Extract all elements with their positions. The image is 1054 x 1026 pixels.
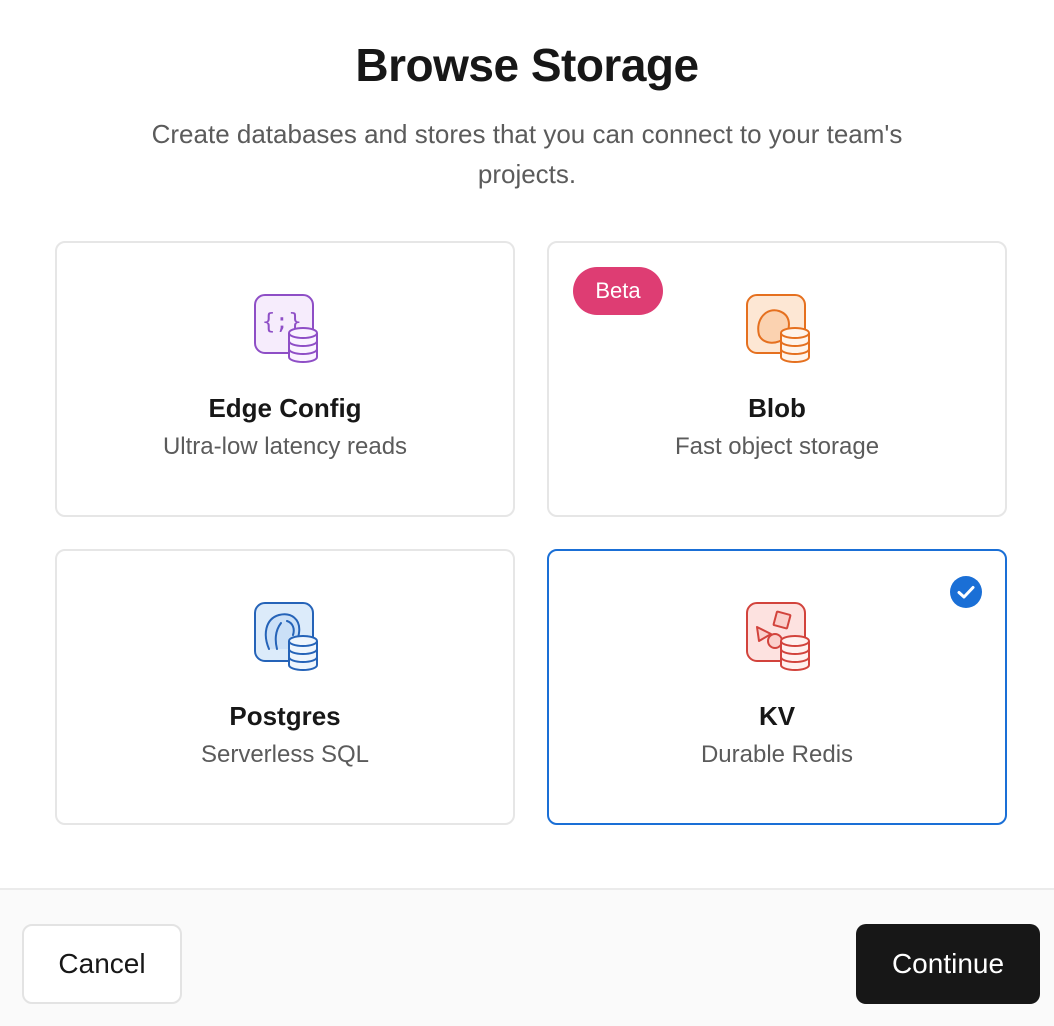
storage-card-kv[interactable]: KV Durable Redis — [547, 549, 1007, 825]
blob-icon — [746, 294, 810, 363]
card-description: Serverless SQL — [200, 741, 370, 768]
storage-card-edge-config[interactable]: {;} Edge Config Ultra-low latency reads — [55, 241, 515, 517]
dialog-footer: Cancel Continue — [0, 888, 1054, 1026]
dialog-subtitle: Create databases and stores that you can… — [151, 119, 903, 189]
storage-card-blob[interactable]: Beta Blob Fast object storage — [547, 241, 1007, 517]
edge-config-icon: {;} — [254, 294, 318, 363]
continue-button[interactable]: Continue — [856, 924, 1040, 1004]
card-description: Durable Redis — [700, 741, 854, 768]
storage-card-postgres[interactable]: Postgres Serverless SQL — [55, 549, 515, 825]
beta-badge: Beta — [573, 267, 663, 315]
postgres-icon — [254, 602, 318, 671]
card-title: Postgres — [229, 701, 341, 731]
dialog-title: Browse Storage — [355, 39, 699, 91]
card-description: Fast object storage — [674, 433, 880, 460]
card-title: Blob — [748, 393, 806, 423]
cancel-button[interactable]: Cancel — [22, 924, 182, 1004]
card-description: Ultra-low latency reads — [162, 433, 408, 460]
check-circle-icon — [950, 576, 982, 608]
card-title: Edge Config — [208, 393, 362, 423]
card-title: KV — [758, 701, 796, 731]
kv-icon — [746, 602, 810, 671]
